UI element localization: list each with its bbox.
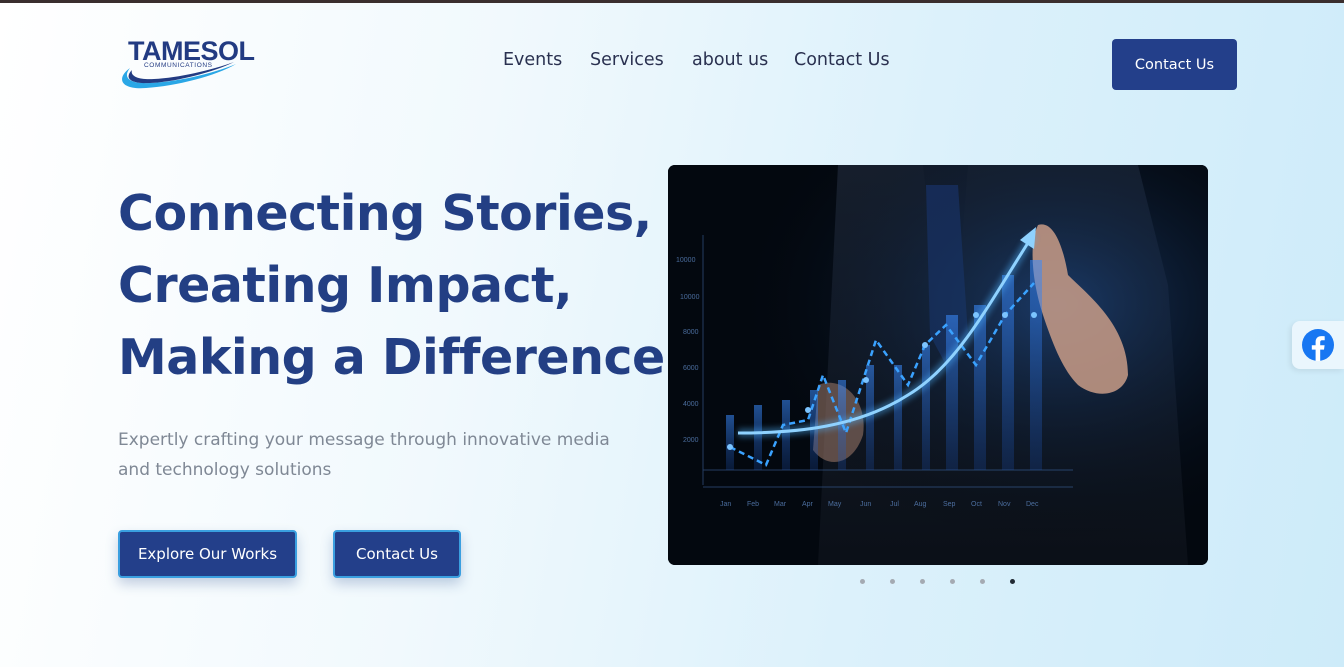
chart-y-label: 4000 <box>683 401 699 408</box>
header-contact-button[interactable]: Contact Us <box>1112 39 1237 90</box>
hero-title-line: Creating Impact, <box>118 257 573 314</box>
chart-x-label: Aug <box>914 501 927 508</box>
slider-dot[interactable] <box>860 579 865 584</box>
chart-x-label: Jul <box>890 501 899 508</box>
slider-dot[interactable] <box>920 579 925 584</box>
chart-x-label: Jun <box>860 501 871 508</box>
logo-swoosh-icon <box>122 62 236 89</box>
explore-works-button[interactable]: Explore Our Works <box>118 530 297 578</box>
hero-title-line: Making a Difference <box>118 329 665 386</box>
nav-contact-us[interactable]: Contact Us <box>794 48 890 72</box>
business-growth-chart-image: 10000 10000 8000 6000 4000 2000 Jan Feb … <box>668 165 1208 565</box>
chart-y-label: 10000 <box>680 294 700 301</box>
chart-x-label: Dec <box>1026 501 1039 508</box>
hero-title: Connecting Stories, Creating Impact, Mak… <box>118 178 665 394</box>
chart-y-label: 2000 <box>683 437 699 444</box>
chart-x-label: Jan <box>720 501 731 508</box>
chart-y-label: 10000 <box>676 257 696 264</box>
nav-events[interactable]: Events <box>503 48 562 72</box>
hero-subtitle: Expertly crafting your message through i… <box>118 430 610 480</box>
chart-x-label: May <box>828 501 842 508</box>
slider-dot-active[interactable] <box>1010 579 1015 584</box>
nav-services[interactable]: Services <box>590 48 664 72</box>
hero-contact-button[interactable]: Contact Us <box>333 530 461 578</box>
chart-x-label: Oct <box>971 501 982 508</box>
chart-x-label: Apr <box>802 501 814 508</box>
chart-x-label: Feb <box>747 501 759 508</box>
hero-title-line: Connecting Stories, <box>118 185 652 242</box>
top-accent-line <box>0 0 1344 3</box>
slider-dot[interactable] <box>890 579 895 584</box>
chart-y-label: 8000 <box>683 329 699 336</box>
chart-x-label: Nov <box>998 501 1011 508</box>
slider-dot[interactable] <box>980 579 985 584</box>
facebook-float-button[interactable] <box>1292 321 1344 369</box>
hero-slide-image: 10000 10000 8000 6000 4000 2000 Jan Feb … <box>668 165 1208 565</box>
facebook-icon <box>1302 329 1334 361</box>
logo[interactable]: TAMESOL COMMUNICATIONS <box>116 36 256 94</box>
chart-y-label: 6000 <box>683 365 699 372</box>
slider-dot[interactable] <box>950 579 955 584</box>
chart-x-label: Sep <box>943 501 956 508</box>
nav-about-us[interactable]: about us <box>692 48 768 72</box>
chart-x-label: Mar <box>774 501 787 508</box>
